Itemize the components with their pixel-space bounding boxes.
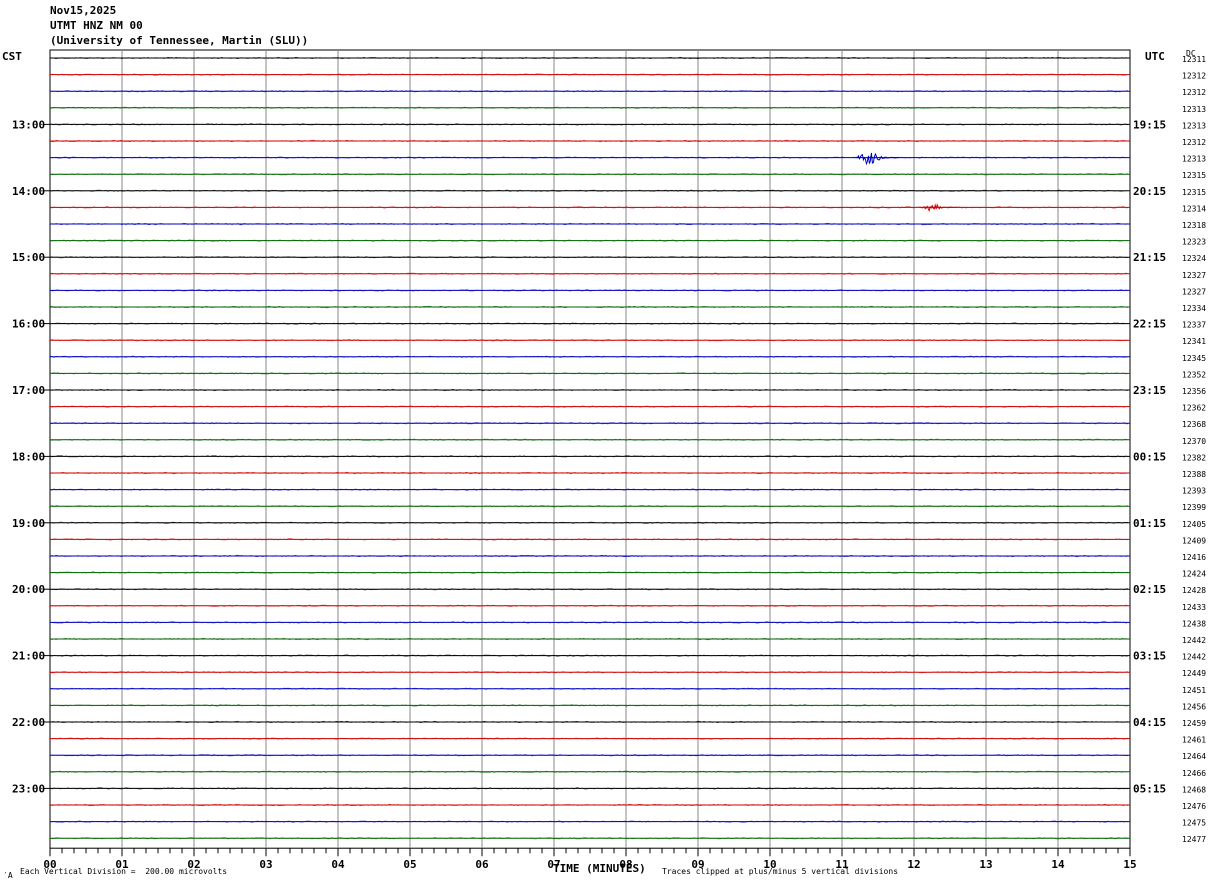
trace-noise <box>49 837 1129 840</box>
corner-mark: ′A <box>3 871 13 880</box>
dc-offset-label: 12442 <box>1182 636 1206 645</box>
x-tick-label: 13 <box>979 858 992 871</box>
dc-offset-label: 12312 <box>1182 72 1206 81</box>
dc-offset-label: 12314 <box>1182 204 1206 213</box>
dc-offset-label: 12368 <box>1182 420 1206 429</box>
dc-offset-label: 12312 <box>1182 88 1206 97</box>
utc-hour-label: 02:15 <box>1133 583 1166 596</box>
utc-hour-label: 22:15 <box>1133 318 1166 331</box>
x-axis-title: TIME (MINUTES) <box>553 862 646 875</box>
x-tick-label: 05 <box>403 858 416 871</box>
cst-hour-label: 13:00 <box>12 118 45 131</box>
dc-offset-label: 12323 <box>1182 238 1206 247</box>
dc-offset-label: 12327 <box>1182 271 1206 280</box>
dc-offset-label: 12327 <box>1182 287 1206 296</box>
dc-offset-label: 12405 <box>1182 520 1206 529</box>
dc-offset-label: 12313 <box>1182 155 1206 164</box>
dc-offset-label: 12362 <box>1182 404 1206 413</box>
dc-offset-label: 12341 <box>1182 337 1206 346</box>
dc-offset-label: 12451 <box>1182 686 1206 695</box>
dc-offset-label: 12356 <box>1182 387 1206 396</box>
dc-offset-label: 12449 <box>1182 669 1206 678</box>
x-tick-label: 04 <box>331 858 345 871</box>
dc-offset-label: 12334 <box>1182 304 1206 313</box>
utc-hour-label: 20:15 <box>1133 185 1166 198</box>
utc-hour-label: 00:15 <box>1133 450 1166 463</box>
dc-offset-label: 12428 <box>1182 586 1206 595</box>
vertical-division-note: Each Vertical Division = 200.00 microvol… <box>20 867 228 876</box>
cst-hour-label: 19:00 <box>12 517 45 530</box>
dc-offset-label: 12388 <box>1182 470 1206 479</box>
dc-offset-label: 12464 <box>1182 752 1206 761</box>
dc-offset-label: 12433 <box>1182 603 1206 612</box>
cst-hour-label: 18:00 <box>12 450 45 463</box>
dc-offset-label: 12442 <box>1182 653 1206 662</box>
dc-offset-label: 12466 <box>1182 769 1206 778</box>
dc-offset-label: 12370 <box>1182 437 1206 446</box>
trace-noise <box>49 538 1129 541</box>
dc-offset-label: 12459 <box>1182 719 1206 728</box>
dc-offset-label: 12312 <box>1182 138 1206 147</box>
utc-hour-label: 01:15 <box>1133 517 1166 530</box>
cst-hour-label: 16:00 <box>12 318 45 331</box>
dc-offset-label: 12468 <box>1182 785 1206 794</box>
cst-hour-label: 17:00 <box>12 384 45 397</box>
dc-offset-label: 12313 <box>1182 105 1206 114</box>
x-tick-label: 12 <box>907 858 920 871</box>
dc-offset-label: 12476 <box>1182 802 1206 811</box>
dc-offset-label: 12382 <box>1182 453 1206 462</box>
trace-noise <box>49 139 1129 143</box>
utc-hour-label: 04:15 <box>1133 716 1166 729</box>
utc-hour-label: 03:15 <box>1133 650 1166 663</box>
dc-offset-label: 12416 <box>1182 553 1206 562</box>
seismic-event-trace <box>920 203 958 212</box>
dc-offset-label: 12475 <box>1182 819 1206 828</box>
dc-offset-label: 12477 <box>1182 835 1206 844</box>
cst-hour-label: 20:00 <box>12 583 45 596</box>
seismic-event-trace <box>855 152 900 166</box>
dc-offset-label: 12456 <box>1182 702 1206 711</box>
x-tick-label: 03 <box>259 858 272 871</box>
dc-offset-label: 12345 <box>1182 354 1206 363</box>
dc-offset-label: 12313 <box>1182 121 1206 130</box>
dc-offset-label: 12399 <box>1182 503 1206 512</box>
dc-offset-label: 12315 <box>1182 188 1206 197</box>
dc-offset-label: 12409 <box>1182 536 1206 545</box>
dc-offset-label: 12324 <box>1182 254 1206 263</box>
dc-offset-label: 12461 <box>1182 736 1206 745</box>
dc-offset-label: 12424 <box>1182 570 1206 579</box>
x-tick-label: 15 <box>1123 858 1136 871</box>
cst-hour-label: 21:00 <box>12 650 45 663</box>
dc-offset-label: 12393 <box>1182 487 1206 496</box>
x-tick-label: 06 <box>475 858 489 871</box>
helicorder-plot: 12311 12312 12312 12313 12313 12312 12313 12315… <box>12 49 1206 871</box>
dc-offset-label: 12337 <box>1182 321 1206 330</box>
cst-hour-label: 14:00 <box>12 185 45 198</box>
cst-hour-label: 22:00 <box>12 716 45 729</box>
dc-offset-label: 12318 <box>1182 221 1206 230</box>
clip-note: Traces clipped at plus/minus 5 vertical … <box>662 867 899 876</box>
dc-offset-label: 12438 <box>1182 619 1206 628</box>
plot-frame <box>49 49 1131 849</box>
dc-offset-label: 12311 <box>1182 55 1206 64</box>
utc-hour-label: 23:15 <box>1133 384 1166 397</box>
dc-offset-label: 12352 <box>1182 370 1206 379</box>
utc-hour-label: 21:15 <box>1133 251 1166 264</box>
dc-offset-label: 12315 <box>1182 171 1206 180</box>
cst-hour-label: 23:00 <box>12 782 45 795</box>
utc-hour-label: 05:15 <box>1133 782 1166 795</box>
trace-noise <box>49 173 1129 176</box>
cst-hour-label: 15:00 <box>12 251 45 264</box>
x-tick-label: 14 <box>1051 858 1065 871</box>
utc-hour-label: 19:15 <box>1133 118 1166 131</box>
